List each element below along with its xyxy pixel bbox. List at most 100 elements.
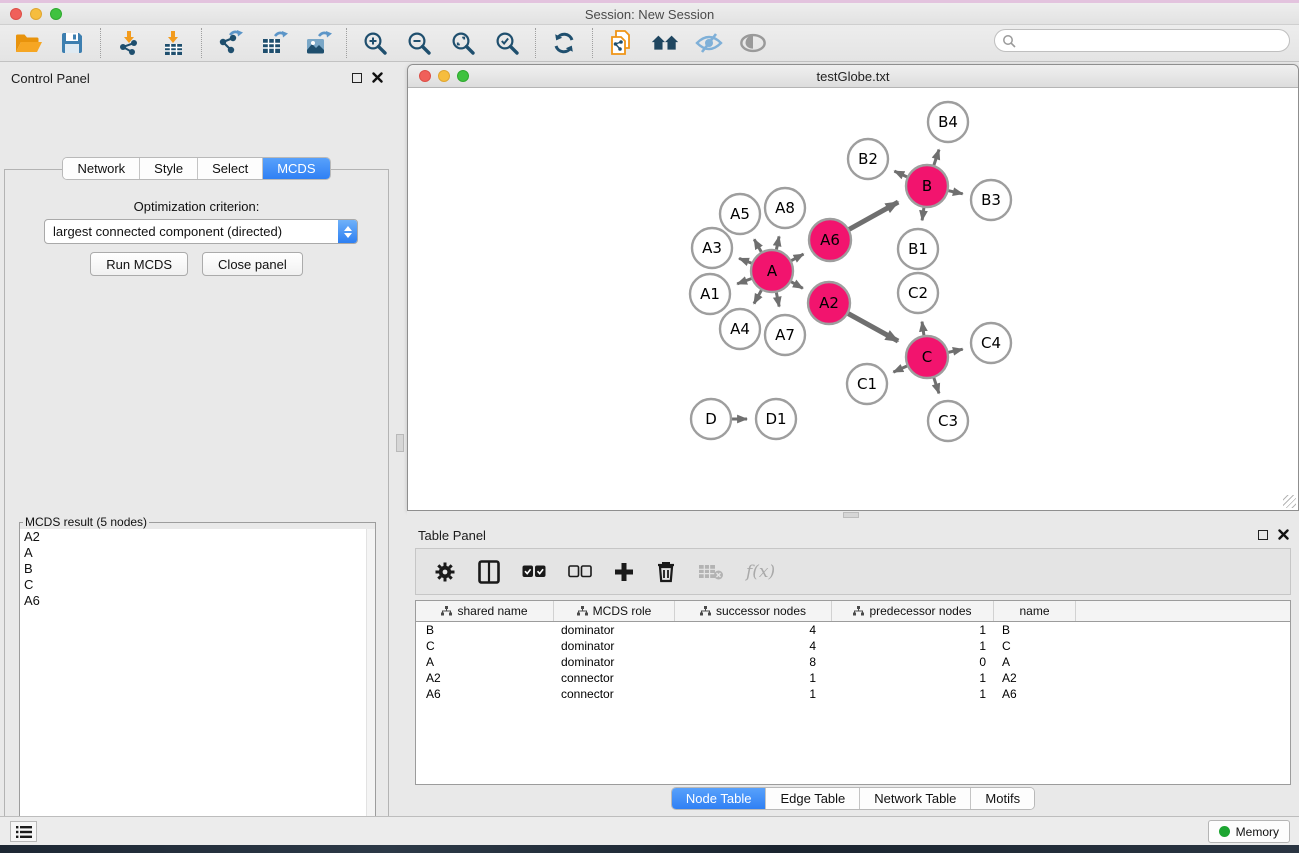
graph-node-C3[interactable]: C3	[928, 401, 968, 441]
tab-style[interactable]: Style	[140, 158, 198, 179]
close-panel-icon[interactable]	[372, 72, 383, 83]
table-row[interactable]: Bdominator41B	[416, 622, 1290, 638]
close-panel-button[interactable]: Close panel	[202, 252, 303, 276]
search-input[interactable]	[1016, 32, 1289, 50]
network-canvas[interactable]: B4B2BB3A5A8A6B1A3AA1C2A2A4A7C4CC1C3DD1	[408, 88, 1298, 510]
cell-mcds_role[interactable]: dominator	[554, 622, 675, 638]
graph-node-A4[interactable]: A4	[720, 309, 760, 349]
graph-node-A2[interactable]: A2	[808, 282, 850, 324]
refresh-view-button[interactable]	[550, 29, 578, 57]
cell-mcds_role[interactable]: dominator	[554, 654, 675, 670]
delete-column-button[interactable]	[656, 559, 676, 585]
horizontal-splitter[interactable]	[407, 511, 1299, 519]
graph-node-A7[interactable]: A7	[765, 315, 805, 355]
cell-mcds_role[interactable]: dominator	[554, 638, 675, 654]
graph-node-A6[interactable]: A6	[809, 219, 851, 261]
cell-name[interactable]: B	[994, 622, 1076, 638]
graph-node-B1[interactable]: B1	[898, 229, 938, 269]
cell-predecessor_nodes[interactable]: 0	[832, 654, 994, 670]
cell-shared_name[interactable]: A6	[416, 686, 554, 702]
network-window-titlebar[interactable]: testGlobe.txt	[408, 65, 1298, 88]
function-builder-button[interactable]: f(x)	[746, 559, 775, 585]
table-tab-motifs[interactable]: Motifs	[971, 788, 1034, 809]
show-columns-button[interactable]	[478, 559, 500, 585]
memory-button[interactable]: Memory	[1208, 820, 1290, 843]
graph-node-A3[interactable]: A3	[692, 228, 732, 268]
cell-successor_nodes[interactable]: 4	[675, 638, 832, 654]
graph-node-B4[interactable]: B4	[928, 102, 968, 142]
cell-shared_name[interactable]: A2	[416, 670, 554, 686]
mcds-result-item[interactable]: C	[20, 577, 375, 593]
vertical-splitter[interactable]	[393, 62, 407, 812]
task-history-button[interactable]	[10, 821, 37, 842]
cell-predecessor_nodes[interactable]: 1	[832, 638, 994, 654]
table-tab-node-table[interactable]: Node Table	[672, 788, 767, 809]
cell-mcds_role[interactable]: connector	[554, 686, 675, 702]
cell-shared_name[interactable]: C	[416, 638, 554, 654]
graph-node-A5[interactable]: A5	[720, 194, 760, 234]
export-image-button[interactable]	[304, 29, 332, 57]
graph-node-D[interactable]: D	[691, 399, 731, 439]
cell-successor_nodes[interactable]: 1	[675, 686, 832, 702]
table-row[interactable]: A6connector11A6	[416, 686, 1290, 702]
cell-name[interactable]: A	[994, 654, 1076, 670]
mcds-result-item[interactable]: B	[20, 561, 375, 577]
column-header-mcds-role[interactable]: MCDS role	[554, 601, 675, 621]
save-session-button[interactable]	[58, 29, 86, 57]
cell-mcds_role[interactable]: connector	[554, 670, 675, 686]
table-options-button[interactable]	[434, 559, 456, 585]
export-network-button[interactable]	[216, 29, 244, 57]
hide-selected-button[interactable]	[695, 29, 723, 57]
column-header-name[interactable]: name	[994, 601, 1076, 621]
delete-table-button[interactable]	[698, 559, 724, 585]
cell-predecessor_nodes[interactable]: 1	[832, 670, 994, 686]
cell-successor_nodes[interactable]: 1	[675, 670, 832, 686]
table-row[interactable]: A2connector11A2	[416, 670, 1290, 686]
table-tab-network-table[interactable]: Network Table	[860, 788, 971, 809]
column-header-shared-name[interactable]: shared name	[416, 601, 554, 621]
cell-name[interactable]: A6	[994, 686, 1076, 702]
cell-successor_nodes[interactable]: 8	[675, 654, 832, 670]
mcds-result-item[interactable]: A6	[20, 593, 375, 609]
zoom-fit-button[interactable]	[449, 29, 477, 57]
tab-select[interactable]: Select	[198, 158, 263, 179]
graph-node-A[interactable]: A	[751, 250, 793, 292]
graph-node-D1[interactable]: D1	[756, 399, 796, 439]
show-all-networks-button[interactable]	[651, 29, 679, 57]
cell-predecessor_nodes[interactable]: 1	[832, 686, 994, 702]
criterion-dropdown[interactable]: largest connected component (directed)	[44, 219, 358, 244]
horizontal-splitter-handle[interactable]	[843, 512, 859, 518]
column-header-successor-nodes[interactable]: successor nodes	[675, 601, 832, 621]
zoom-out-button[interactable]	[405, 29, 433, 57]
table-row[interactable]: Cdominator41C	[416, 638, 1290, 654]
create-column-button[interactable]	[614, 559, 634, 585]
graph-node-C1[interactable]: C1	[847, 364, 887, 404]
float-panel-icon[interactable]	[352, 73, 362, 83]
cell-shared_name[interactable]: B	[416, 622, 554, 638]
cell-predecessor_nodes[interactable]: 1	[832, 622, 994, 638]
vertical-splitter-handle[interactable]	[396, 434, 404, 452]
graph-node-B[interactable]: B	[906, 165, 948, 207]
tab-network[interactable]: Network	[63, 158, 140, 179]
run-mcds-button[interactable]: Run MCDS	[90, 252, 188, 276]
graph-node-C[interactable]: C	[906, 336, 948, 378]
graph-node-B3[interactable]: B3	[971, 180, 1011, 220]
deselect-all-rows-button[interactable]	[568, 559, 592, 585]
import-table-button[interactable]	[159, 29, 187, 57]
cell-name[interactable]: A2	[994, 670, 1076, 686]
mcds-result-item[interactable]: A	[20, 545, 375, 561]
window-resize-grip[interactable]	[1283, 495, 1296, 508]
cell-successor_nodes[interactable]: 4	[675, 622, 832, 638]
result-list-scrollbar[interactable]	[366, 529, 375, 853]
graph-node-A8[interactable]: A8	[765, 188, 805, 228]
graph-node-C2[interactable]: C2	[898, 273, 938, 313]
cell-shared_name[interactable]: A	[416, 654, 554, 670]
import-network-button[interactable]	[115, 29, 143, 57]
tab-mcds[interactable]: MCDS	[263, 158, 329, 179]
show-selected-button[interactable]	[739, 29, 767, 57]
column-header-predecessor-nodes[interactable]: predecessor nodes	[832, 601, 994, 621]
open-session-button[interactable]	[14, 29, 42, 57]
cell-name[interactable]: C	[994, 638, 1076, 654]
search-field[interactable]	[994, 29, 1290, 52]
float-table-panel-icon[interactable]	[1258, 530, 1268, 540]
